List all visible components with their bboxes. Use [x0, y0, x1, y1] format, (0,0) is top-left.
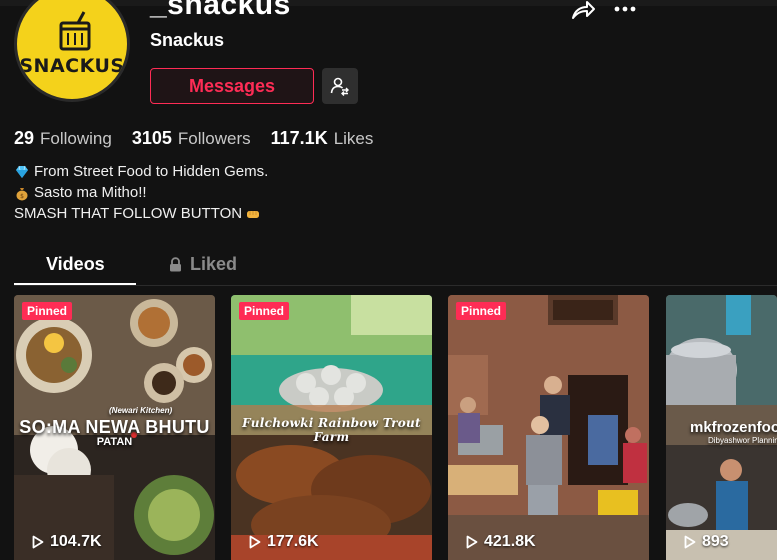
display-name: Snackus — [150, 30, 225, 50]
following-label: Following — [40, 129, 112, 148]
likes-stat: 117.1K Likes — [271, 128, 374, 149]
bio-text-3: SMASH THAT FOLLOW BUTTON — [14, 205, 243, 222]
play-icon — [249, 535, 261, 549]
messages-button[interactable]: Messages — [150, 68, 314, 104]
cup-logo-icon — [59, 11, 91, 51]
video-overlay-title: Fulchowki Rainbow Trout Farm — [242, 416, 421, 444]
fist-emoji — [247, 210, 260, 218]
bio-line-2: $ Sasto ma Mitho!! — [14, 182, 268, 203]
view-count: 177.6K — [249, 533, 319, 551]
view-count-text: 893 — [702, 533, 729, 550]
video-thumbnail — [448, 295, 649, 560]
bio: From Street Food to Hidden Gems. $ Sasto… — [14, 161, 268, 224]
tab-liked[interactable]: Liked — [169, 254, 237, 275]
view-count: 893 — [684, 533, 729, 551]
video-overlay-tag: (Newari Kitchen) — [109, 406, 173, 415]
view-count-text: 421.8K — [484, 533, 536, 550]
bio-line-3: SMASH THAT FOLLOW BUTTON — [14, 203, 268, 224]
play-icon — [684, 535, 696, 549]
view-count: 104.7K — [32, 533, 102, 551]
view-count: 421.8K — [466, 533, 536, 551]
followers-label: Followers — [177, 129, 251, 148]
play-icon — [466, 535, 478, 549]
profile-stats: 29 Following 3105 Followers 117.1K Likes — [14, 128, 393, 149]
money-bag-emoji: $ — [16, 187, 28, 200]
play-icon — [32, 535, 44, 549]
video-card[interactable]: Pinned Fulchowki Rainbow Trout Farm 177.… — [231, 295, 432, 560]
followers-count: 3105 — [131, 128, 172, 148]
tab-liked-label: Liked — [190, 254, 238, 274]
likes-count: 117.1K — [270, 128, 328, 148]
username: _snackus — [150, 0, 291, 21]
avatar[interactable]: SNACKUS — [14, 0, 130, 102]
bio-line-1: From Street Food to Hidden Gems. — [14, 161, 268, 182]
follow-user-button[interactable] — [322, 68, 358, 104]
svg-text:$: $ — [20, 193, 24, 200]
following-count: 29 — [14, 128, 35, 148]
video-overlay-subtitle: Dibyashwor Planning — [708, 436, 777, 445]
bio-text-1: From Street Food to Hidden Gems. — [34, 163, 269, 180]
view-count-text: 104.7K — [50, 533, 102, 550]
tab-videos[interactable]: Videos — [46, 254, 105, 275]
follow-user-icon — [330, 77, 349, 96]
view-count-text: 177.6K — [267, 533, 319, 550]
avatar-logo-text: SNACKUS — [19, 55, 125, 77]
lock-icon — [170, 257, 181, 272]
pinned-badge: Pinned — [239, 302, 290, 320]
video-overlay-title: mkfrozenfoo — [690, 419, 777, 436]
diamond-emoji — [16, 165, 28, 178]
profile-page: SNACKUS _snackus Snackus Messages 29 Fol… — [0, 0, 777, 560]
tabs-divider — [14, 285, 777, 286]
following-stat[interactable]: 29 Following — [14, 128, 112, 149]
top-bar-edge — [0, 0, 777, 6]
bio-text-2: Sasto ma Mitho!! — [34, 184, 147, 201]
video-card[interactable]: Pinned (Newari Kitchen) SO:MA NEWA BHUTU… — [14, 295, 215, 560]
followers-stat[interactable]: 3105 Followers — [132, 128, 251, 149]
pinned-badge: Pinned — [456, 302, 507, 320]
video-card[interactable]: Pinned 421.8K — [448, 295, 649, 560]
video-overlay-title: SO:MA NEWA BHUTU — [19, 417, 210, 437]
share-icon[interactable] — [570, 0, 596, 20]
likes-label: Likes — [333, 129, 374, 148]
video-overlay-subtitle: PATAN — [96, 436, 133, 448]
pinned-badge: Pinned — [22, 302, 73, 320]
profile-tabs: Videos Liked — [14, 250, 777, 286]
video-card[interactable]: mkfrozenfoo Dibyashwor Planning 893 — [666, 295, 777, 560]
more-icon[interactable] — [612, 0, 638, 18]
